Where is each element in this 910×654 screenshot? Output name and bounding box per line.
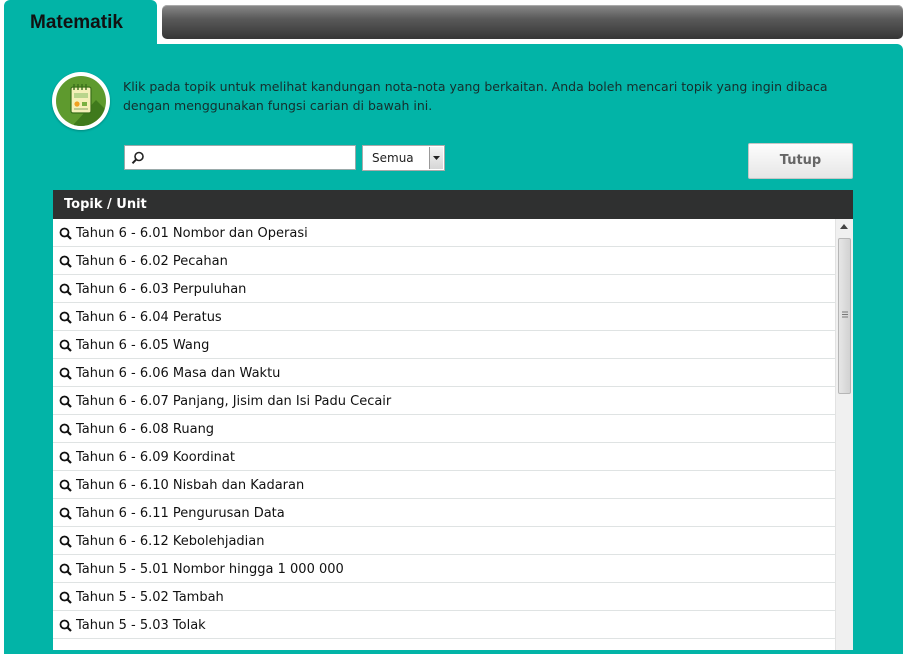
- search-icon: [131, 151, 144, 164]
- search-icon: [59, 619, 72, 632]
- intro-line-1: Klik pada topik untuk melihat kandungan …: [123, 79, 828, 94]
- topic-label: Tahun 6 - 6.10 Nisbah dan Kadaran: [76, 478, 305, 493]
- search-icon: [59, 255, 72, 268]
- table-row[interactable]: Tahun 5 - 5.01 Nombor hingga 1 000 000: [53, 555, 835, 583]
- search-icon: [59, 451, 72, 464]
- topic-label: Tahun 6 - 6.12 Kebolehjadian: [76, 534, 265, 549]
- table-row[interactable]: Tahun 6 - 6.01 Nombor dan Operasi: [53, 219, 835, 247]
- table-header: Topik / Unit: [53, 190, 853, 219]
- search-icon: [59, 227, 72, 240]
- intro-line-2: dengan menggunakan fungsi carian di bawa…: [123, 98, 433, 113]
- tab-matematik[interactable]: Matematik: [4, 0, 157, 46]
- search-field[interactable]: [124, 145, 356, 170]
- table-row[interactable]: Tahun 6 - 6.04 Peratus: [53, 303, 835, 331]
- topic-label: Tahun 6 - 6.01 Nombor dan Operasi: [76, 226, 308, 241]
- topic-label: Tahun 6 - 6.03 Perpuluhan: [76, 282, 247, 297]
- table-row[interactable]: Tahun 6 - 6.03 Perpuluhan: [53, 275, 835, 303]
- search-icon: [59, 591, 72, 604]
- topic-label: Tahun 6 - 6.06 Masa dan Waktu: [76, 366, 281, 381]
- table-row[interactable]: Tahun 6 - 6.08 Ruang: [53, 415, 835, 443]
- table-row[interactable]: Tahun 5 - 5.02 Tambah: [53, 583, 835, 611]
- topic-label: Tahun 6 - 6.07 Panjang, Jisim dan Isi Pa…: [76, 394, 392, 409]
- topic-label: Tahun 5 - 5.02 Tambah: [76, 590, 224, 605]
- intro-text: Klik pada topik untuk melihat kandungan …: [123, 77, 843, 115]
- top-bar: [162, 5, 903, 39]
- search-icon: [59, 563, 72, 576]
- search-icon: [59, 283, 72, 296]
- topic-label: Tahun 5 - 5.03 Tolak: [76, 618, 206, 633]
- search-input[interactable]: [149, 148, 349, 167]
- topic-list: Tahun 6 - 6.01 Nombor dan Operasi Tahun 6…: [53, 219, 835, 639]
- scroll-up-arrow-icon[interactable]: [840, 224, 848, 229]
- notes-logo-icon: [52, 72, 110, 130]
- topic-label: Tahun 6 - 6.04 Peratus: [76, 310, 222, 325]
- search-icon: [59, 423, 72, 436]
- table-row[interactable]: Tahun 6 - 6.10 Nisbah dan Kadaran: [53, 471, 835, 499]
- topic-table: Topik / Unit Tahun 6 - 6.01 Nombor dan O…: [53, 190, 853, 650]
- table-row[interactable]: Tahun 6 - 6.09 Koordinat: [53, 443, 835, 471]
- tab-label: Matematik: [30, 12, 123, 33]
- table-row[interactable]: Tahun 6 - 6.06 Masa dan Waktu: [53, 359, 835, 387]
- table-row[interactable]: Tahun 6 - 6.12 Kebolehjadian: [53, 527, 835, 555]
- topic-label: Tahun 6 - 6.09 Koordinat: [76, 450, 235, 465]
- topic-label: Tahun 6 - 6.02 Pecahan: [76, 254, 228, 269]
- chevron-down-icon: [433, 156, 440, 160]
- vertical-scrollbar[interactable]: [835, 219, 853, 650]
- grip-icon: [842, 311, 848, 318]
- scrollbar-thumb[interactable]: [838, 238, 851, 394]
- topic-label: Tahun 5 - 5.01 Nombor hingga 1 000 000: [76, 562, 344, 577]
- table-row[interactable]: Tahun 6 - 6.11 Pengurusan Data: [53, 499, 835, 527]
- filter-dropdown-button[interactable]: [429, 147, 443, 169]
- filter-selected-value: Semua: [372, 151, 414, 165]
- search-icon: [59, 339, 72, 352]
- table-row[interactable]: Tahun 6 - 6.02 Pecahan: [53, 247, 835, 275]
- topic-label: Tahun 6 - 6.08 Ruang: [76, 422, 215, 437]
- search-icon: [59, 367, 72, 380]
- search-icon: [59, 395, 72, 408]
- topic-label: Tahun 6 - 6.11 Pengurusan Data: [76, 506, 285, 521]
- search-icon: [59, 479, 72, 492]
- table-row[interactable]: Tahun 5 - 5.03 Tolak: [53, 611, 835, 639]
- table-row[interactable]: Tahun 6 - 6.07 Panjang, Jisim dan Isi Pa…: [53, 387, 835, 415]
- search-icon: [59, 507, 72, 520]
- table-row[interactable]: Tahun 6 - 6.05 Wang: [53, 331, 835, 359]
- filter-select[interactable]: Semua: [362, 145, 445, 171]
- search-icon: [59, 311, 72, 324]
- topic-label: Tahun 6 - 6.05 Wang: [76, 338, 210, 353]
- close-button[interactable]: Tutup: [748, 143, 853, 179]
- search-icon: [59, 535, 72, 548]
